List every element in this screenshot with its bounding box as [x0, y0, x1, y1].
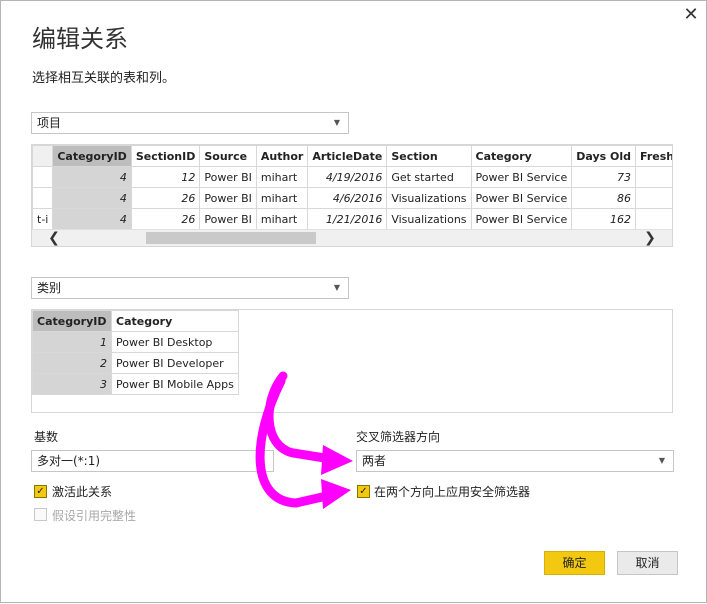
table-cell: [635, 187, 672, 209]
cardinality-value: 多对一(*:1): [37, 454, 101, 468]
table-cell: Power BI: [199, 208, 257, 230]
table-cell: 26: [130, 187, 201, 209]
table-cell: Power BI: [199, 187, 257, 209]
table-cell: Power BI: [199, 166, 257, 188]
cancel-button[interactable]: 取消: [617, 551, 678, 575]
table-row: 4 26 Power BI mihart 4/6/2016 Visualizations P…: [32, 187, 672, 209]
table-cell: 1: [32, 331, 112, 353]
cardinality-select[interactable]: 多对一(*:1): [31, 450, 274, 472]
column-header[interactable]: Category: [111, 310, 239, 332]
column-header[interactable]: CategoryID: [52, 145, 132, 167]
referential-integrity-label: 假设引用完整性: [52, 509, 137, 523]
table-cell: Get started: [386, 166, 472, 188]
table-cell: 4/6/2016: [307, 187, 388, 209]
cross-filter-select[interactable]: 两者 ▼: [356, 450, 674, 472]
close-icon[interactable]: ✕: [681, 5, 701, 25]
table1-preview: CategoryID SectionID Source Author ArticleDa…: [31, 144, 673, 247]
active-relationship-label: 激活此关系: [52, 485, 113, 499]
column-header[interactable]: CategoryID: [32, 310, 112, 332]
scroll-left-icon[interactable]: ❮: [46, 230, 62, 246]
table-cell: Power BI Service: [470, 187, 573, 209]
column-header[interactable]: Days Old: [571, 145, 637, 167]
table-row: t-i 4 26 Power BI mihart 1/21/2016 Visualizati…: [32, 208, 672, 230]
table-cell: 1/21/2016: [307, 208, 388, 230]
table2-grid: CategoryID Category 1 Power BI Desktop 2 Pow…: [32, 310, 239, 395]
dialog-subtitle: 选择相互关联的表和列。: [32, 71, 176, 86]
chevron-down-icon: ▼: [333, 118, 340, 127]
table-cell: 4: [52, 166, 132, 188]
security-filter-checkbox[interactable]: ✓: [357, 485, 370, 498]
table-cell: 4: [52, 208, 132, 230]
table-row: 2 Power BI Developer: [32, 352, 239, 374]
table-row: 1 Power BI Desktop: [32, 331, 239, 353]
arrowhead-cross-filter: [321, 445, 353, 475]
cross-filter-value: 两者: [362, 454, 387, 468]
table-cell: 2: [32, 352, 112, 374]
table-cell: 86: [571, 187, 637, 209]
table-cell: 12: [130, 166, 201, 188]
table-cell: 162: [571, 208, 637, 230]
column-header[interactable]: Category: [470, 145, 573, 167]
table-cell: 4/19/2016: [307, 166, 388, 188]
column-header[interactable]: Author: [255, 145, 309, 167]
security-filter-label: 在两个方向上应用安全筛选器: [374, 485, 531, 499]
table-cell: Power BI Service: [470, 208, 573, 230]
table-cell: Power BI Developer: [111, 352, 239, 374]
table-row: 4 12 Power BI mihart 4/19/2016 Get started Pow…: [32, 166, 672, 188]
active-relationship-checkbox[interactable]: ✓: [34, 485, 47, 498]
table2-select-value: 类别: [37, 281, 62, 295]
table-cell: Power BI Mobile Apps: [111, 373, 239, 395]
table1-select[interactable]: 项目 ▼: [31, 112, 349, 134]
column-header[interactable]: ArticleDate: [307, 145, 388, 167]
table-cell: mihart: [255, 166, 309, 188]
edit-relationship-dialog: ✕ 编辑关系 选择相互关联的表和列。 项目 ▼ CategoryID Sectio…: [0, 0, 707, 603]
table-cell: Visualizations: [386, 208, 472, 230]
table1-select-value: 项目: [37, 116, 62, 130]
table-cell: 73: [571, 166, 637, 188]
table-cell: 4: [52, 187, 132, 209]
scrollbar-thumb[interactable]: [146, 232, 316, 244]
table-cell: [635, 166, 672, 188]
table-cell: Power BI Desktop: [111, 331, 239, 353]
ok-button[interactable]: 确定: [544, 551, 605, 575]
column-header[interactable]: Source: [199, 145, 257, 167]
table2-select[interactable]: 类别 ▼: [31, 277, 349, 299]
table2-preview: CategoryID Category 1 Power BI Desktop 2 Pow…: [31, 309, 673, 413]
table-cell: t-i: [32, 208, 54, 230]
arrowhead-security-filter: [321, 479, 351, 509]
chevron-down-icon: ▼: [333, 283, 340, 292]
scroll-right-icon[interactable]: ❯: [642, 230, 658, 246]
table1-grid: CategoryID SectionID Source Author ArticleDa…: [32, 145, 672, 230]
chevron-down-icon: ▼: [658, 456, 665, 465]
table-row: 3 Power BI Mobile Apps: [32, 373, 239, 395]
table-cell: Power BI Service: [470, 166, 573, 188]
column-header[interactable]: [32, 145, 54, 167]
table-cell: mihart: [255, 187, 309, 209]
table-cell: mihart: [255, 208, 309, 230]
cardinality-label: 基数: [34, 430, 59, 444]
column-header[interactable]: Fresh: [635, 145, 672, 167]
column-header[interactable]: Section: [386, 145, 472, 167]
column-header[interactable]: SectionID: [130, 145, 201, 167]
table-cell: 3: [32, 373, 112, 395]
table-cell: [32, 166, 54, 188]
table-cell: 26: [130, 208, 201, 230]
table-cell: [32, 187, 54, 209]
dialog-title: 编辑关系: [32, 25, 128, 53]
cross-filter-label: 交叉筛选器方向: [356, 430, 441, 444]
horizontal-scrollbar[interactable]: ❮ ❯: [32, 229, 672, 246]
referential-integrity-checkbox[interactable]: [34, 508, 47, 521]
table-cell: Visualizations: [386, 187, 472, 209]
table-cell: [635, 208, 672, 230]
